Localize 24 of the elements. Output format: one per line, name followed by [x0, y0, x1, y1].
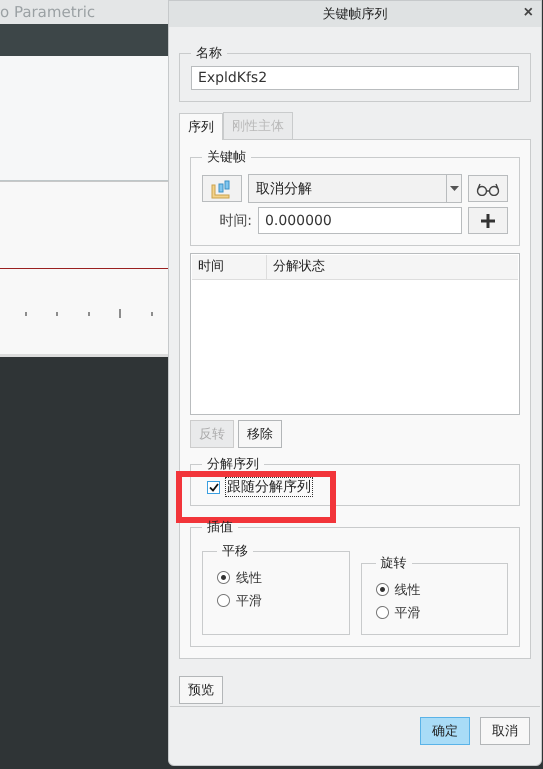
radio-label: 线性	[236, 570, 262, 586]
group-label: 分解序列	[206, 456, 260, 473]
radio-label: 线性	[394, 582, 420, 598]
group-label: 插值	[206, 519, 234, 536]
checkbox-label: 跟随分解序列	[225, 477, 313, 497]
close-button[interactable]: ×	[524, 5, 533, 21]
state-dropdown[interactable]: 取消分解	[248, 174, 462, 203]
radio-label: 平滑	[394, 604, 420, 622]
group-label: 平移	[221, 543, 249, 560]
group-label: 名称	[195, 45, 223, 62]
group-label: 关键帧	[206, 149, 247, 166]
table-button[interactable]: 移除	[238, 420, 282, 448]
name-field[interactable]: ExpldKfs2	[191, 66, 519, 90]
column-header: 分解状态	[272, 258, 326, 276]
time-field[interactable]: 0.000000	[258, 207, 462, 234]
dialog-button[interactable]: 确定	[420, 717, 470, 745]
tab[interactable]: 序列	[179, 113, 223, 140]
dialog-title: 关键帧序列	[322, 6, 388, 23]
time-label: 时间:	[218, 212, 252, 230]
group-label: 旋转	[380, 555, 408, 572]
column-header: 时间	[192, 255, 267, 279]
dialog-button[interactable]: 取消	[480, 717, 530, 745]
radio-label: 平滑	[236, 592, 262, 610]
preview-button[interactable]: 预览	[179, 676, 223, 704]
